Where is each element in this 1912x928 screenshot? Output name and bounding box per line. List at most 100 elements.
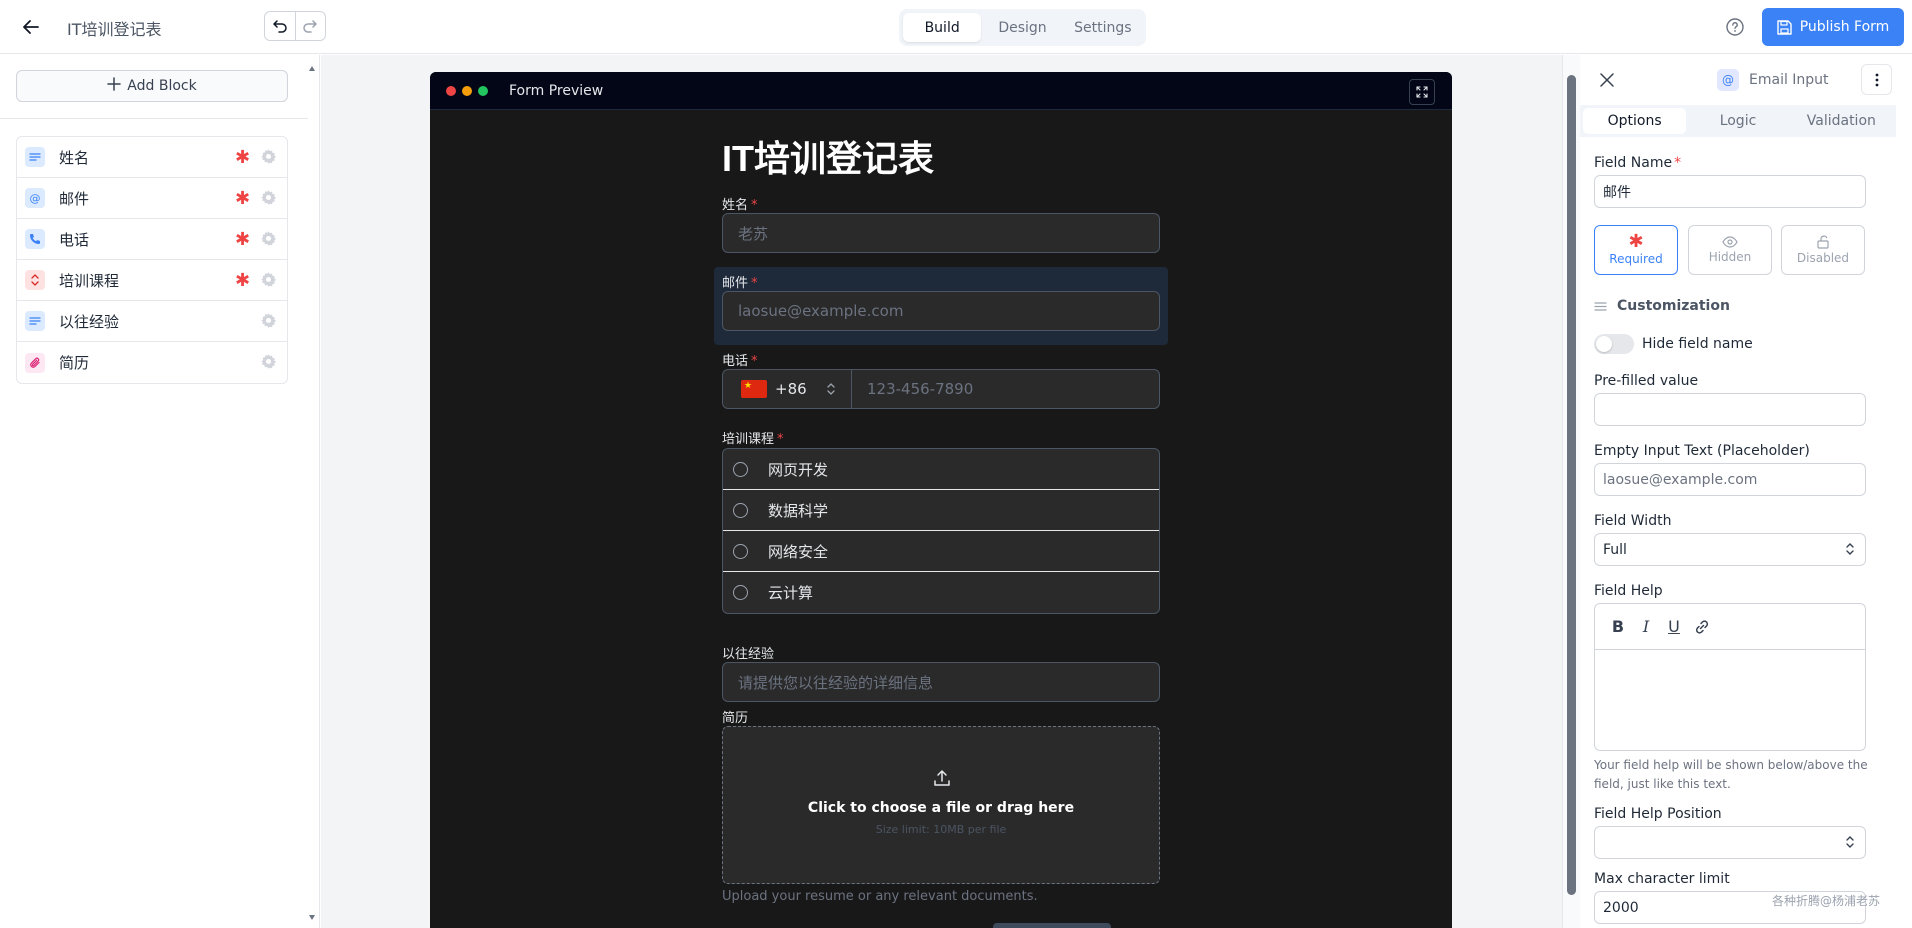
label-text: Field Name	[1594, 155, 1673, 171]
gear-icon[interactable]	[260, 189, 277, 210]
block-label: 姓名	[59, 148, 90, 167]
publish-form-button[interactable]: Publish Form	[1762, 8, 1904, 46]
email-field-label: 邮件 *	[722, 272, 1160, 291]
upload-icon	[933, 769, 951, 791]
field-settings-panel: @ Email Input Options Logic Validation F…	[1580, 55, 1912, 928]
option-label: 数据科学	[768, 501, 829, 520]
sliders-icon	[1594, 301, 1607, 311]
block-item-name[interactable]: 姓名 ✱	[17, 137, 287, 178]
undo-icon[interactable]	[265, 12, 295, 40]
required-marker: *	[751, 354, 758, 369]
bold-icon[interactable]: B	[1609, 617, 1627, 636]
tab-design[interactable]: Design	[983, 13, 1061, 42]
text-lines-icon	[25, 147, 45, 167]
label-text: 姓名	[722, 198, 749, 213]
more-options-icon[interactable]	[1861, 64, 1892, 95]
help-circle-icon[interactable]	[1725, 17, 1745, 37]
block-label: 邮件	[59, 189, 90, 208]
required-marker: *	[751, 276, 758, 291]
preview-canvas: Form Preview IT培训登记表 姓名 * 老苏 邮件 * laosue@e…	[321, 55, 1562, 928]
gear-icon[interactable]	[260, 230, 277, 251]
experience-field-label: 以往经验	[722, 647, 775, 662]
disabled-toggle[interactable]: Disabled	[1781, 225, 1865, 275]
add-block-label: Add Block	[127, 78, 197, 94]
redo-icon[interactable]	[294, 12, 326, 40]
block-label: 电话	[59, 230, 90, 249]
field-help-note: Your field help will be shown below/abov…	[1594, 758, 1868, 791]
experience-input[interactable]: 请提供您以往经验的详细信息	[722, 662, 1160, 702]
panel-scrollbar[interactable]	[1562, 55, 1580, 928]
expand-icon[interactable]	[1409, 79, 1435, 105]
chevrons-up-down-icon	[1845, 834, 1855, 854]
block-item-experience[interactable]: 以往经验	[17, 301, 287, 342]
field-help-editor[interactable]: B I U	[1594, 603, 1866, 751]
minimize-dot-icon	[462, 86, 472, 96]
hide-field-name-label: Hide field name	[1642, 336, 1753, 352]
tab-options[interactable]: Options	[1583, 108, 1687, 134]
scrollbar-thumb[interactable]	[1567, 75, 1576, 895]
settings-tabs: Options Logic Validation	[1580, 105, 1896, 137]
required-star-icon[interactable]: ✱	[235, 229, 250, 250]
plus-icon	[107, 77, 122, 95]
country-code-select[interactable]: ★ +86	[722, 369, 852, 409]
tab-logic[interactable]: Logic	[1686, 108, 1789, 134]
radio-option[interactable]: 云计算	[723, 572, 1159, 613]
name-input[interactable]: 老苏	[722, 213, 1160, 253]
required-star-icon[interactable]: ✱	[235, 270, 250, 291]
upload-title: Click to choose a file or drag here	[807, 800, 1075, 816]
gear-icon[interactable]	[260, 312, 277, 333]
block-item-course[interactable]: 培训课程 ✱	[17, 260, 287, 301]
sidebar-scrollbar[interactable]	[306, 55, 318, 928]
italic-icon[interactable]: I	[1637, 617, 1655, 636]
prefilled-label: Pre-filled value	[1594, 373, 1699, 389]
field-width-select[interactable]: Full	[1594, 533, 1866, 566]
radio-circle-icon	[733, 502, 748, 518]
help-position-select[interactable]	[1594, 826, 1866, 859]
field-name-input[interactable]: 邮件	[1594, 175, 1866, 208]
form-title[interactable]: IT培训登记表	[67, 16, 162, 40]
radio-option[interactable]: 网页开发	[723, 449, 1159, 490]
tab-build[interactable]: Build	[903, 13, 982, 42]
close-icon[interactable]	[1594, 67, 1620, 93]
watermark: 各种折腾@杨浦老苏	[1772, 894, 1881, 908]
gear-icon[interactable]	[260, 271, 277, 292]
sidebar-divider	[0, 118, 308, 119]
add-block-button[interactable]: Add Block	[16, 70, 288, 102]
block-sidebar: Add Block 姓名 ✱ @ 邮件 ✱ 电话 ✱ 培训课程 ✱ 以往经验 简…	[0, 55, 320, 928]
radio-option[interactable]: 网络安全	[723, 531, 1159, 572]
file-upload-dropzone[interactable]: Click to choose a file or drag here Size…	[722, 726, 1160, 884]
prefilled-input[interactable]	[1594, 393, 1866, 426]
publish-form-label: Publish Form	[1799, 19, 1890, 35]
top-bar: IT培训登记表 Build Design Settings Publish Fo…	[0, 0, 1912, 54]
chevrons-up-down-icon	[1845, 541, 1855, 561]
back-arrow-icon[interactable]	[18, 14, 44, 40]
radio-option[interactable]: 数据科学	[723, 490, 1159, 531]
tab-validation[interactable]: Validation	[1790, 108, 1893, 134]
block-item-resume[interactable]: 简历	[17, 342, 287, 383]
email-input[interactable]: laosue@example.com	[722, 291, 1160, 331]
resume-field-label: 简历	[722, 711, 749, 726]
underline-icon[interactable]: U	[1665, 617, 1683, 636]
hide-field-name-switch[interactable]	[1594, 334, 1634, 354]
required-star-icon[interactable]: ✱	[235, 147, 250, 168]
option-label: 云计算	[768, 584, 814, 602]
option-label: 网络安全	[768, 542, 829, 561]
tab-settings[interactable]: Settings	[1064, 13, 1142, 42]
link-icon[interactable]	[1693, 618, 1711, 636]
resume-help-text: Upload your resume or any relevant docum…	[722, 889, 1038, 904]
phone-input[interactable]: 123-456-7890	[851, 369, 1160, 409]
label-text: 培训课程	[722, 432, 775, 447]
submit-button[interactable]	[993, 923, 1111, 928]
gear-icon[interactable]	[260, 148, 277, 169]
block-item-email[interactable]: @ 邮件 ✱	[17, 178, 287, 219]
placeholder-input[interactable]: laosue@example.com	[1594, 463, 1866, 496]
at-sign-icon: @	[25, 188, 45, 208]
required-toggle[interactable]: ✱ Required	[1594, 225, 1678, 275]
block-label: 以往经验	[59, 312, 120, 331]
hidden-toggle[interactable]: Hidden	[1688, 225, 1772, 275]
gear-icon[interactable]	[260, 353, 277, 374]
block-item-phone[interactable]: 电话 ✱	[17, 219, 287, 260]
preview-header: Form Preview	[430, 72, 1452, 110]
required-star-icon[interactable]: ✱	[235, 188, 250, 209]
paperclip-icon	[25, 352, 45, 373]
